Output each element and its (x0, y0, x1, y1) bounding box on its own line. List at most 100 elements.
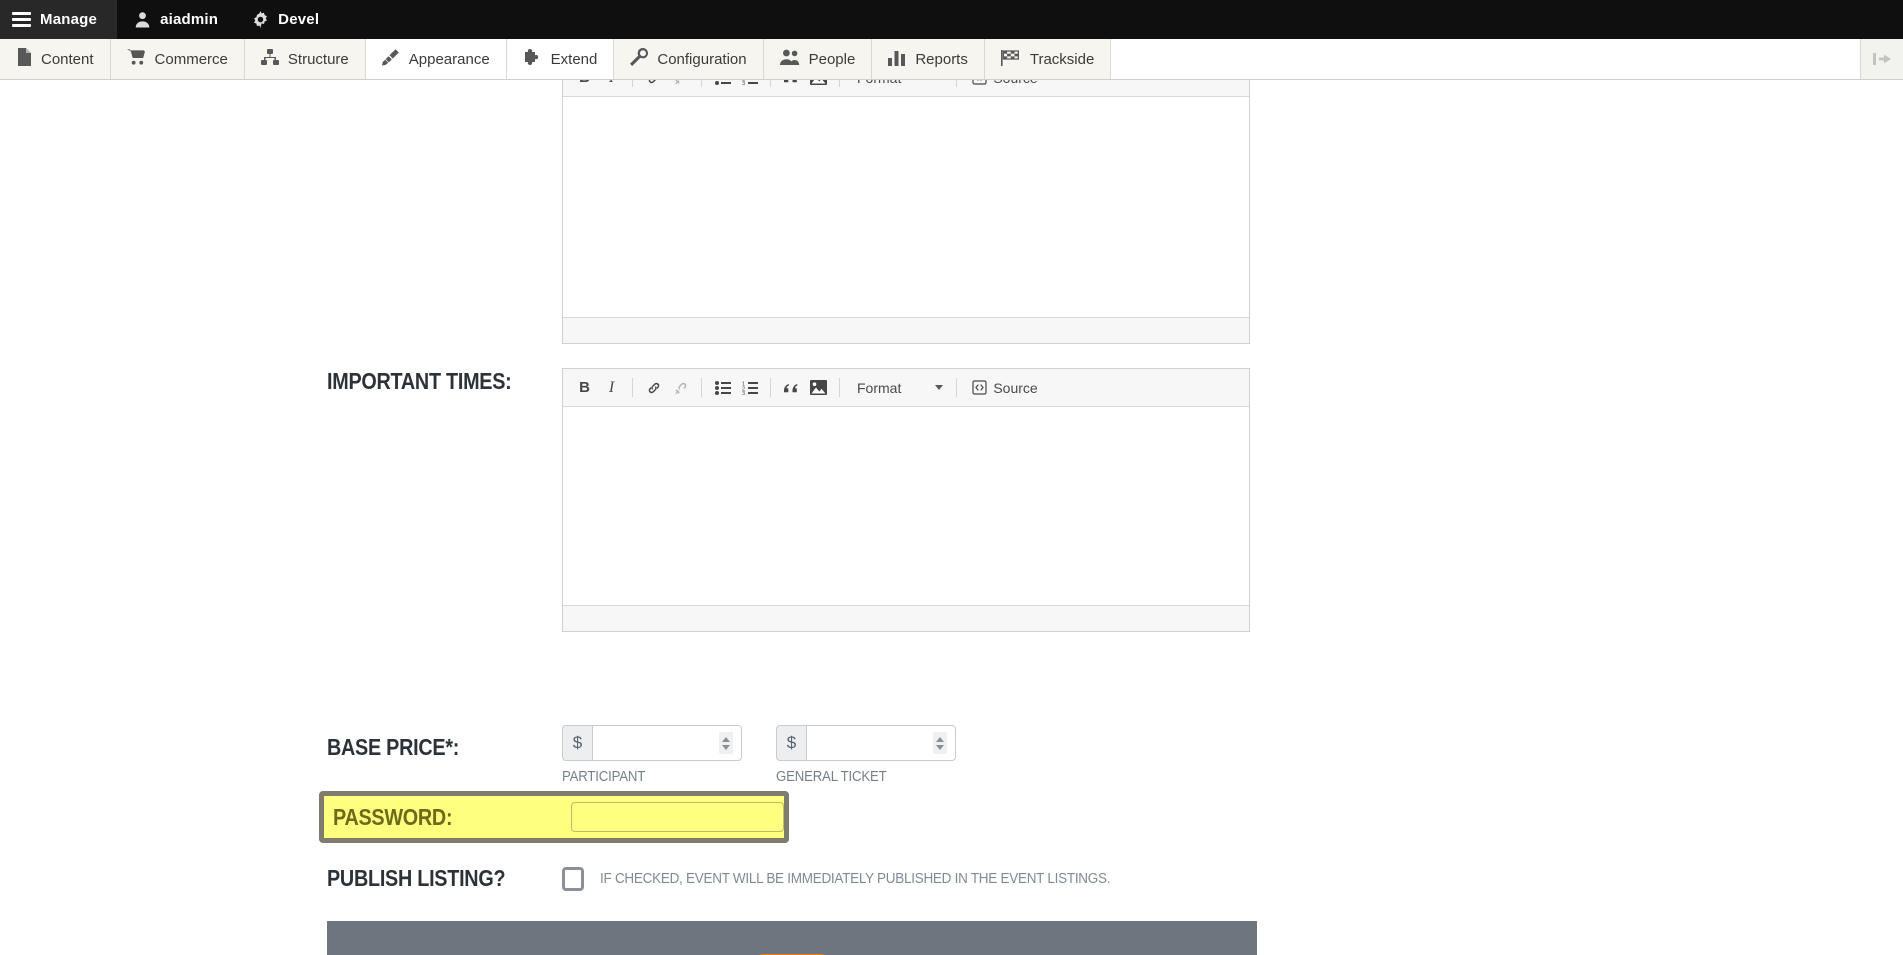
menu-item-label: Appearance (408, 50, 490, 68)
number-spinner[interactable] (719, 732, 733, 754)
bold-icon[interactable]: B (571, 375, 598, 401)
paintbrush-icon (381, 48, 400, 70)
gear-icon (252, 11, 269, 28)
password-input[interactable] (571, 802, 784, 832)
important-times-label: IMPORTANT TIMES: (327, 368, 512, 394)
image-icon[interactable] (805, 375, 832, 401)
menu-item-label: Trackside (1029, 50, 1095, 68)
base-price-general-ticket-group: $ GENERAL TICKET (776, 725, 956, 785)
menu-item-label: Extend (550, 50, 598, 68)
chevron-down-icon (935, 385, 944, 390)
field-row-description: DESCRIPTION*: B I 123 (327, 80, 1250, 344)
cart-icon (126, 48, 146, 70)
form-actions-bar: NEXT (327, 921, 1257, 955)
bold-icon[interactable]: B (571, 80, 598, 91)
link-icon[interactable] (640, 375, 667, 401)
toolbar-separator (632, 378, 633, 397)
italic-icon[interactable]: I (598, 375, 625, 401)
publish-listing-checkbox[interactable] (562, 866, 584, 891)
format-dropdown[interactable]: Format (847, 375, 949, 401)
source-button-label: Source (993, 80, 1037, 86)
base-price-participant-input[interactable] (592, 725, 742, 761)
unlink-icon (667, 80, 694, 91)
admin-tab-label: Devel (278, 11, 320, 28)
publish-listing-help-text: IF CHECKED, EVENT WILL BE IMMEDIATELY PU… (600, 870, 1111, 887)
people-icon (779, 49, 800, 70)
menu-item-label: Structure (287, 50, 349, 68)
svg-text:3: 3 (742, 391, 745, 395)
spinner-down-icon[interactable] (936, 744, 944, 750)
spinner-up-icon[interactable] (722, 736, 730, 742)
menu-item-content[interactable]: Content (0, 39, 111, 79)
important-times-editor-body[interactable] (563, 407, 1249, 605)
sitemap-icon (260, 48, 279, 70)
link-icon[interactable] (640, 80, 667, 91)
source-button[interactable]: Source (964, 80, 1045, 91)
numbered-list-icon[interactable]: 123 (736, 80, 763, 91)
format-dropdown-label: Format (857, 379, 902, 396)
toolbar-separator (839, 378, 840, 397)
currency-symbol: $ (562, 725, 592, 761)
description-editor-toolbar: B I 123 (563, 80, 1249, 97)
blockquote-icon[interactable] (778, 375, 805, 401)
menu-item-extend[interactable]: Extend (506, 39, 615, 79)
menu-item-structure[interactable]: Structure (244, 39, 366, 79)
user-icon (134, 11, 151, 28)
menu-item-appearance[interactable]: Appearance (365, 39, 507, 79)
number-spinner[interactable] (933, 732, 947, 754)
password-label: PASSWORD: (333, 803, 453, 830)
bulleted-list-icon[interactable] (709, 80, 736, 91)
menu-item-configuration[interactable]: Configuration (614, 39, 764, 79)
unlink-icon (667, 375, 694, 401)
admin-tab-account[interactable]: aiadmin (117, 0, 235, 39)
menu-item-label: Content (41, 50, 94, 68)
toolbar-separator (632, 80, 633, 87)
menu-item-trackside[interactable]: Trackside (984, 39, 1112, 79)
bulleted-list-icon[interactable] (709, 375, 736, 401)
menu-item-label: Commerce (154, 50, 228, 68)
base-price-general-ticket-sublabel: GENERAL TICKET (776, 768, 887, 785)
collapse-toolbar-icon[interactable] (1861, 39, 1903, 79)
spinner-up-icon[interactable] (936, 736, 944, 742)
menu-item-commerce[interactable]: Commerce (110, 39, 245, 79)
admin-tab-label: aiadmin (160, 11, 219, 28)
toolbar-separator (956, 378, 958, 397)
admin-tab-devel[interactable]: Devel (235, 0, 336, 39)
svg-text:3: 3 (742, 81, 745, 85)
puzzle-icon (523, 48, 542, 70)
menu-spacer (1111, 39, 1861, 79)
menu-item-label: Configuration (657, 50, 747, 68)
source-icon (972, 80, 987, 85)
toolbar-separator (770, 378, 771, 397)
toolbar-separator (770, 80, 771, 87)
description-editor-body[interactable] (563, 97, 1249, 317)
description-editor-footer (563, 317, 1249, 343)
form-content: DESCRIPTION*: B I 123 (0, 80, 1903, 955)
description-editor: B I 123 (562, 80, 1250, 344)
toolbar-separator (956, 80, 958, 87)
menu-item-reports[interactable]: Reports (872, 39, 985, 79)
field-row-publish-listing: PUBLISH LISTING? IF CHECKED, EVENT WILL … (327, 865, 1167, 892)
wrench-icon (630, 47, 649, 70)
blockquote-icon[interactable] (778, 80, 805, 91)
toolbar-separator (839, 80, 840, 87)
base-price-general-ticket-input[interactable] (806, 725, 956, 761)
checkered-flag-icon (1000, 49, 1021, 70)
admin-tab-manage[interactable]: Manage (0, 0, 118, 39)
menu-item-people[interactable]: People (763, 39, 873, 79)
numbered-list-icon[interactable]: 123 (736, 375, 763, 401)
currency-symbol: $ (776, 725, 806, 761)
description-label: DESCRIPTION*: (327, 80, 533, 85)
hamburger-icon (12, 9, 31, 30)
source-button-label: Source (993, 379, 1038, 396)
field-row-important-times: IMPORTANT TIMES: B I 123 Format Source (327, 368, 1250, 632)
field-row-base-price: BASE PRICE*: $ PARTICIPANT $ GENERAL TIC… (327, 725, 956, 785)
italic-icon[interactable]: I (598, 80, 625, 91)
important-times-editor: B I 123 Format Source (562, 368, 1250, 632)
spinner-down-icon[interactable] (722, 744, 730, 750)
image-icon[interactable] (805, 80, 832, 91)
file-icon (16, 48, 32, 70)
source-button[interactable]: Source (964, 375, 1045, 401)
bar-chart-icon (888, 49, 906, 70)
format-dropdown[interactable]: Format (847, 80, 949, 91)
